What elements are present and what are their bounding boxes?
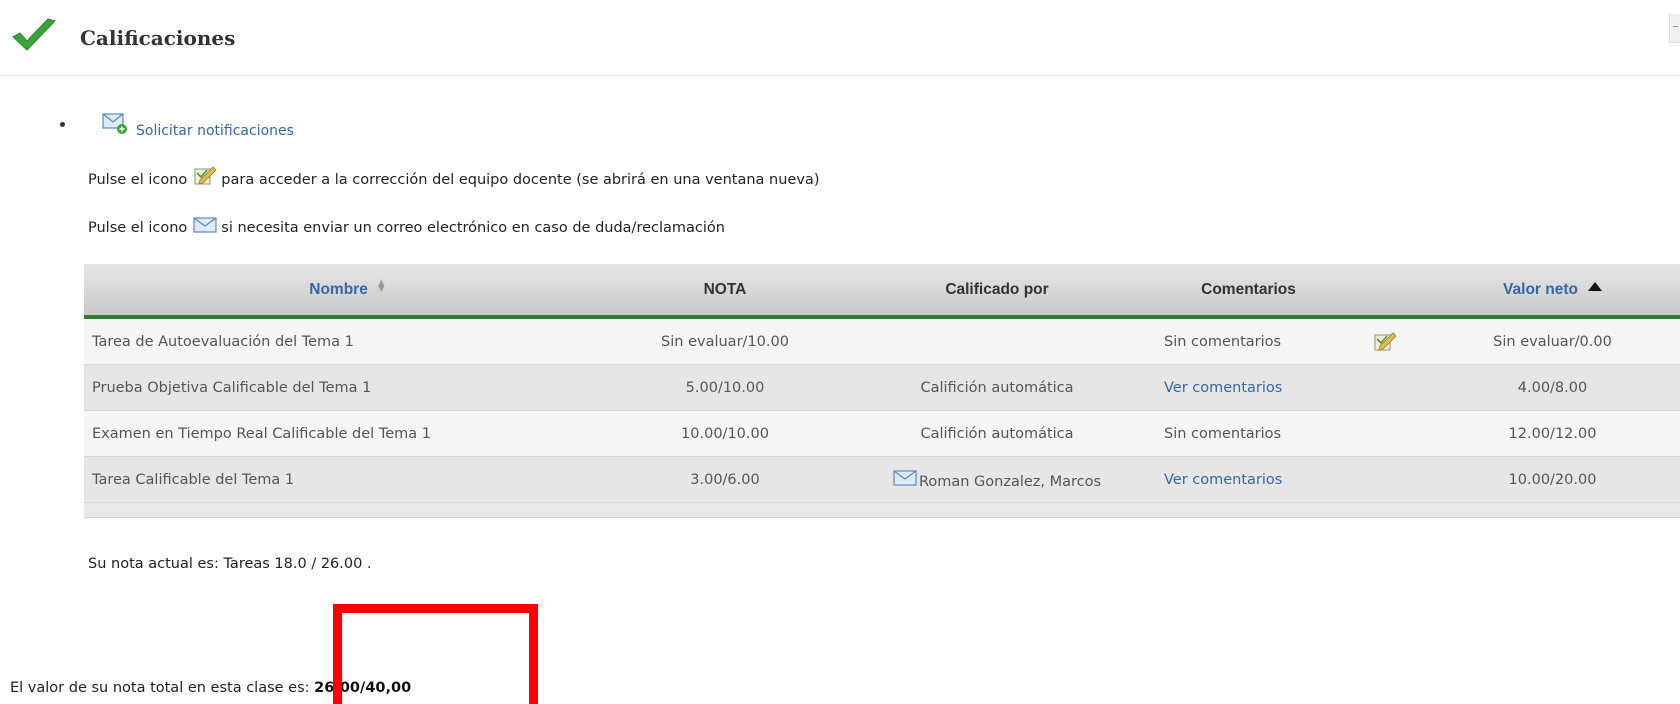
cell-graded-by (838, 317, 1156, 365)
table-row: Tarea Calificable del Tema 1 3.00/6.00 R… (84, 456, 1680, 503)
cell-net-value: 10.00/20.00 (1425, 456, 1680, 503)
bullet (60, 122, 65, 127)
cell-grade: 5.00/10.00 (612, 364, 838, 411)
cell-graded-by: Califición automática (838, 364, 1156, 411)
cell-net-value: 4.00/8.00 (1425, 364, 1680, 411)
correction-icon[interactable] (1373, 331, 1397, 353)
cell-grade: 10.00/10.00 (612, 410, 838, 457)
check-icon (12, 18, 56, 51)
collapse-button[interactable] (1669, 14, 1680, 43)
table-footer (84, 502, 1680, 518)
cell-name: Tarea de Autoevaluación del Tema 1 (84, 317, 612, 365)
instruction-prefix: Pulse el icono (88, 220, 188, 236)
cell-grade: Sin evaluar/10.00 (612, 317, 838, 365)
cell-correction (1341, 317, 1425, 365)
view-comments-link[interactable]: Ver comentarios (1156, 456, 1341, 503)
current-grade-summary: Su nota actual es: Tareas 18.0 / 26.00 . (88, 556, 372, 572)
grader-name: Roman Gonzalez, Marcos (918, 474, 1102, 490)
column-header-spacer (1341, 264, 1425, 319)
cell-empty (1341, 410, 1425, 457)
page-title: Calificaciones (80, 26, 236, 50)
instruction-prefix: Pulse el icono (88, 172, 188, 188)
view-comments-link[interactable]: Ver comentarios (1156, 364, 1341, 411)
page-header: Calificaciones (0, 0, 1680, 76)
cell-graded-by: Roman Gonzalez, Marcos (838, 456, 1156, 503)
column-header-grade[interactable]: NOTA (612, 264, 838, 319)
sort-both-icon: ▲ ▼ (375, 277, 387, 295)
cell-comments: Sin comentarios (1156, 317, 1341, 365)
cell-empty (1341, 364, 1425, 411)
cell-grade: 3.00/6.00 (612, 456, 838, 503)
mail-icon (193, 217, 217, 233)
instruction-suffix: para acceder a la corrección del equipo … (221, 172, 820, 188)
cell-graded-by: Califición automática (838, 410, 1156, 457)
sort-ascending-icon (1587, 281, 1602, 291)
cell-net-value: 12.00/12.00 (1425, 410, 1680, 457)
table-footer-row (84, 502, 1680, 518)
column-header-graded-by[interactable]: Calificado por (838, 264, 1156, 319)
cell-name: Examen en Tiempo Real Calificable del Te… (84, 410, 612, 457)
request-notifications-link[interactable]: Solicitar notificaciones (136, 123, 294, 139)
cell-comments: Sin comentarios (1156, 410, 1341, 457)
table-row: Tarea de Autoevaluación del Tema 1 Sin e… (84, 317, 1680, 365)
instruction-correction: Pulse el icono para acceder a la correcc… (88, 166, 819, 188)
column-header-net-value[interactable]: Valor neto (1425, 264, 1680, 319)
mail-icon[interactable] (893, 469, 917, 487)
table-header-row: Nombre ▲ ▼ NOTA Calificado por Comentarios… (84, 264, 1680, 319)
cell-name: Tarea Calificable del Tema 1 (84, 456, 612, 503)
grades-table: Nombre ▲ ▼ NOTA Calificado por Comentarios… (84, 264, 1680, 518)
table-row: Prueba Objetiva Calificable del Tema 1 5… (84, 364, 1680, 411)
cell-net-value: Sin evaluar/0.00 (1425, 317, 1680, 365)
cell-empty (1341, 456, 1425, 503)
instruction-suffix: si necesita enviar un correo electrónico… (221, 220, 725, 236)
column-header-name[interactable]: Nombre ▲ ▼ (84, 264, 612, 319)
total-grade-label: El valor de su nota total en esta clase … (10, 680, 310, 696)
cell-name: Prueba Objetiva Calificable del Tema 1 (84, 364, 612, 411)
mail-subscribe-icon[interactable] (102, 112, 130, 136)
table-row: Examen en Tiempo Real Calificable del Te… (84, 410, 1680, 457)
highlight-annotation (333, 604, 538, 704)
column-header-comments[interactable]: Comentarios (1156, 264, 1341, 319)
correction-icon (194, 166, 217, 185)
instruction-email: Pulse el icono si necesita enviar un cor… (88, 216, 725, 236)
